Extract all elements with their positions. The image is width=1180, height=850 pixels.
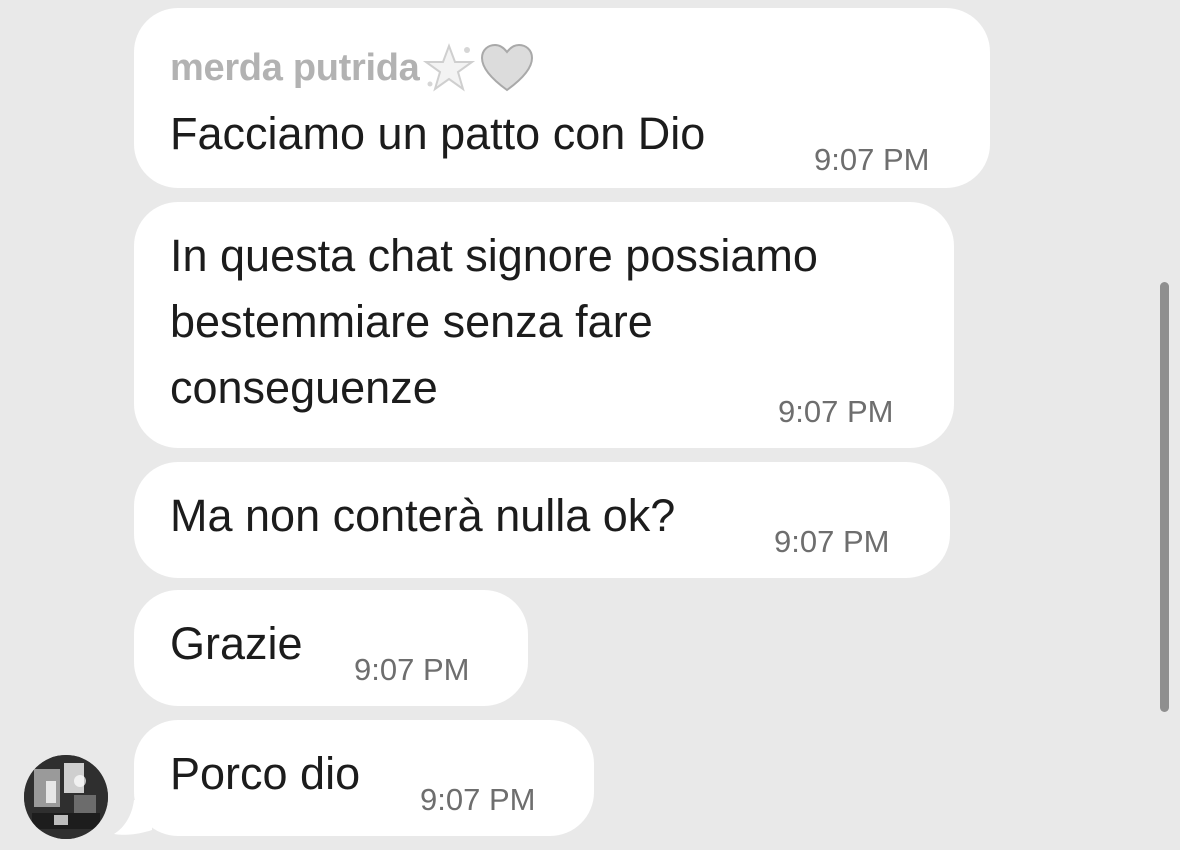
- message-timestamp: 9:07 PM: [354, 652, 470, 687]
- message-text: Facciamo un patto con Dio: [170, 108, 706, 159]
- message-text: In questa chat signore possiamo: [170, 230, 818, 281]
- message-bubble[interactable]: Porco dio 9:07 PM: [134, 720, 594, 836]
- message-timestamp: 9:07 PM: [814, 142, 930, 177]
- white-heart-icon: [479, 40, 535, 96]
- message-timestamp: 9:07 PM: [778, 394, 894, 429]
- message-timestamp: 9:07 PM: [774, 524, 890, 559]
- message-bubble[interactable]: Grazie 9:07 PM: [134, 590, 528, 706]
- message-text: conseguenze: [170, 362, 438, 413]
- message-timestamp: 9:07 PM: [420, 782, 536, 817]
- message-text: Porco dio: [170, 748, 361, 799]
- sparkle-star-icon: [421, 40, 477, 96]
- message-text: Grazie: [170, 618, 303, 669]
- message-text: Ma non conterà nulla ok?: [170, 490, 676, 541]
- avatar[interactable]: [24, 755, 108, 839]
- message-text: bestemmiare senza fare: [170, 296, 653, 347]
- message-bubble[interactable]: Ma non conterà nulla ok? 9:07 PM: [134, 462, 950, 578]
- message-bubble[interactable]: In questa chat signore possiamo bestemmi…: [134, 202, 954, 448]
- sender-row: merda putrida: [170, 40, 535, 96]
- message-bubble[interactable]: merda putrida Facciamo un patto con Dio …: [134, 8, 990, 188]
- scrollbar[interactable]: [1160, 282, 1169, 712]
- sender-name[interactable]: merda putrida: [170, 47, 420, 90]
